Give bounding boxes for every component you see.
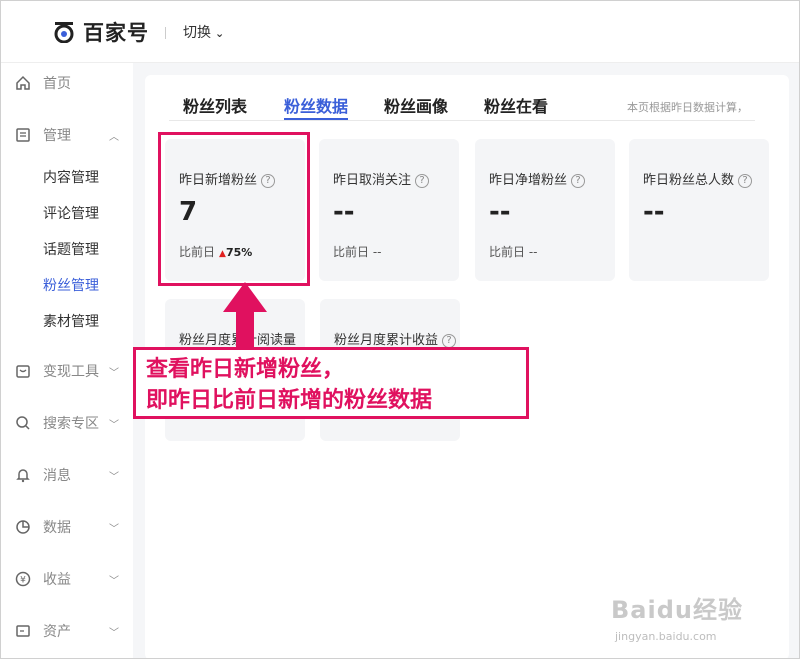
baijiahao-logo-icon bbox=[54, 22, 74, 43]
card-icon bbox=[16, 625, 30, 637]
sidebar-subitem-fans[interactable]: 粉丝管理 bbox=[43, 275, 99, 295]
annotation-callout: 查看昨日新增粉丝， 即昨日比前日新增的粉丝数据 bbox=[133, 347, 529, 419]
chevron-down-icon: ﹀ bbox=[109, 471, 119, 483]
tab-fan-list[interactable]: 粉丝列表 bbox=[183, 93, 247, 117]
chevron-down-icon: ⌄ bbox=[215, 27, 225, 40]
tab-fan-data[interactable]: 粉丝数据 bbox=[284, 93, 348, 117]
card-value: -- bbox=[333, 197, 355, 227]
sidebar-item-label: 资产 bbox=[43, 624, 71, 640]
divider bbox=[165, 27, 166, 39]
sidebar-subitem-materials[interactable]: 素材管理 bbox=[43, 311, 99, 331]
help-icon[interactable]: ? bbox=[571, 174, 586, 188]
chevron-down-icon: ﹀ bbox=[109, 523, 119, 535]
chevron-down-icon: ﹀ bbox=[109, 419, 119, 431]
tabs-divider bbox=[169, 120, 755, 121]
svg-text:¥: ¥ bbox=[20, 576, 26, 586]
sidebar-item-messages[interactable]: 消息 ﹀ bbox=[1, 457, 133, 493]
help-icon[interactable]: ? bbox=[415, 174, 430, 188]
card-title: 粉丝月度累计收益? bbox=[334, 329, 457, 348]
stat-card-net-growth: 昨日净增粉丝? -- 比前日 -- bbox=[475, 139, 615, 281]
annotation-line-2: 即昨日比前日新增的粉丝数据 bbox=[146, 388, 433, 413]
card-value: -- bbox=[643, 197, 665, 227]
tab-fans-watching[interactable]: 粉丝在看 bbox=[484, 93, 548, 117]
baidu-jingyan-watermark: Baidu经验 jingyan.baidu.com bbox=[611, 576, 771, 651]
sidebar-item-earnings[interactable]: ¥ 收益 ﹀ bbox=[1, 561, 133, 597]
home-icon bbox=[16, 75, 30, 90]
sidebar-item-assets[interactable]: 资产 ﹀ bbox=[1, 613, 133, 649]
sidebar-item-data[interactable]: 数据 ﹀ bbox=[1, 509, 133, 545]
pie-chart-icon bbox=[16, 520, 30, 534]
card-value: -- bbox=[489, 197, 511, 227]
chevron-up-icon: ︿ bbox=[109, 131, 119, 143]
search-icon bbox=[16, 416, 30, 430]
card-title: 昨日净增粉丝? bbox=[489, 169, 586, 188]
card-compare: 比前日 -- bbox=[333, 245, 382, 259]
data-note: 本页根据昨日数据计算， bbox=[627, 101, 748, 114]
watermark-sub: jingyan.baidu.com bbox=[615, 630, 717, 643]
sidebar: 首页 管理 ︿ 内容管理 评论管理 话题管理 粉丝管理 素材管理 变现工具 ﹀ … bbox=[1, 63, 133, 658]
yen-icon: ¥ bbox=[15, 571, 31, 587]
sidebar-item-label: 首页 bbox=[43, 76, 71, 92]
sidebar-item-management[interactable]: 管理 ︿ bbox=[1, 117, 133, 153]
sidebar-item-label: 消息 bbox=[43, 468, 71, 484]
card-compare: 比前日 -- bbox=[489, 245, 538, 259]
tab-fan-profile[interactable]: 粉丝画像 bbox=[384, 93, 448, 117]
sidebar-item-label: 管理 bbox=[43, 128, 71, 144]
sidebar-subitem-content[interactable]: 内容管理 bbox=[43, 167, 99, 187]
chevron-down-icon: ﹀ bbox=[109, 367, 119, 379]
sidebar-item-label: 搜索专区 bbox=[43, 416, 99, 432]
annotation-highlight-box bbox=[158, 132, 310, 286]
bell-icon bbox=[16, 469, 30, 483]
sidebar-item-home[interactable]: 首页 bbox=[1, 65, 133, 101]
help-icon[interactable]: ? bbox=[442, 334, 457, 348]
annotation-line-1: 查看昨日新增粉丝， bbox=[146, 357, 345, 382]
sidebar-subitem-comments[interactable]: 评论管理 bbox=[43, 203, 99, 223]
document-icon bbox=[16, 128, 30, 142]
active-tab-indicator bbox=[284, 118, 348, 120]
sidebar-item-label: 数据 bbox=[43, 520, 71, 536]
chevron-down-icon: ﹀ bbox=[109, 627, 119, 639]
sidebar-item-search-zone[interactable]: 搜索专区 ﹀ bbox=[1, 405, 133, 441]
card-title: 昨日取消关注? bbox=[333, 169, 430, 188]
top-bar: 百家号 切换 ⌄ bbox=[1, 1, 799, 63]
sidebar-item-monetization[interactable]: 变现工具 ﹀ bbox=[1, 353, 133, 389]
screenshot-frame: 百家号 切换 ⌄ 首页 管理 ︿ 内容管理 评论管理 话题管理 粉丝管理 素材管理… bbox=[0, 0, 800, 659]
sidebar-item-label: 收益 bbox=[43, 572, 71, 588]
logo-text: 百家号 bbox=[83, 21, 149, 45]
annotation-arrow-up-icon bbox=[223, 282, 267, 352]
wallet-icon bbox=[16, 365, 30, 378]
stat-card-unfollows: 昨日取消关注? -- 比前日 -- bbox=[319, 139, 459, 281]
stat-card-total-fans: 昨日粉丝总人数? -- bbox=[629, 139, 769, 281]
help-icon[interactable]: ? bbox=[738, 174, 753, 188]
sidebar-subitem-topics[interactable]: 话题管理 bbox=[43, 239, 99, 259]
switch-account-button[interactable]: 切换 ⌄ bbox=[183, 22, 224, 42]
chevron-down-icon: ﹀ bbox=[109, 575, 119, 587]
watermark-main: Baidu经验 bbox=[611, 596, 743, 624]
switch-label: 切换 bbox=[183, 25, 211, 41]
card-title: 昨日粉丝总人数? bbox=[643, 169, 753, 188]
sidebar-item-label: 变现工具 bbox=[43, 364, 99, 380]
